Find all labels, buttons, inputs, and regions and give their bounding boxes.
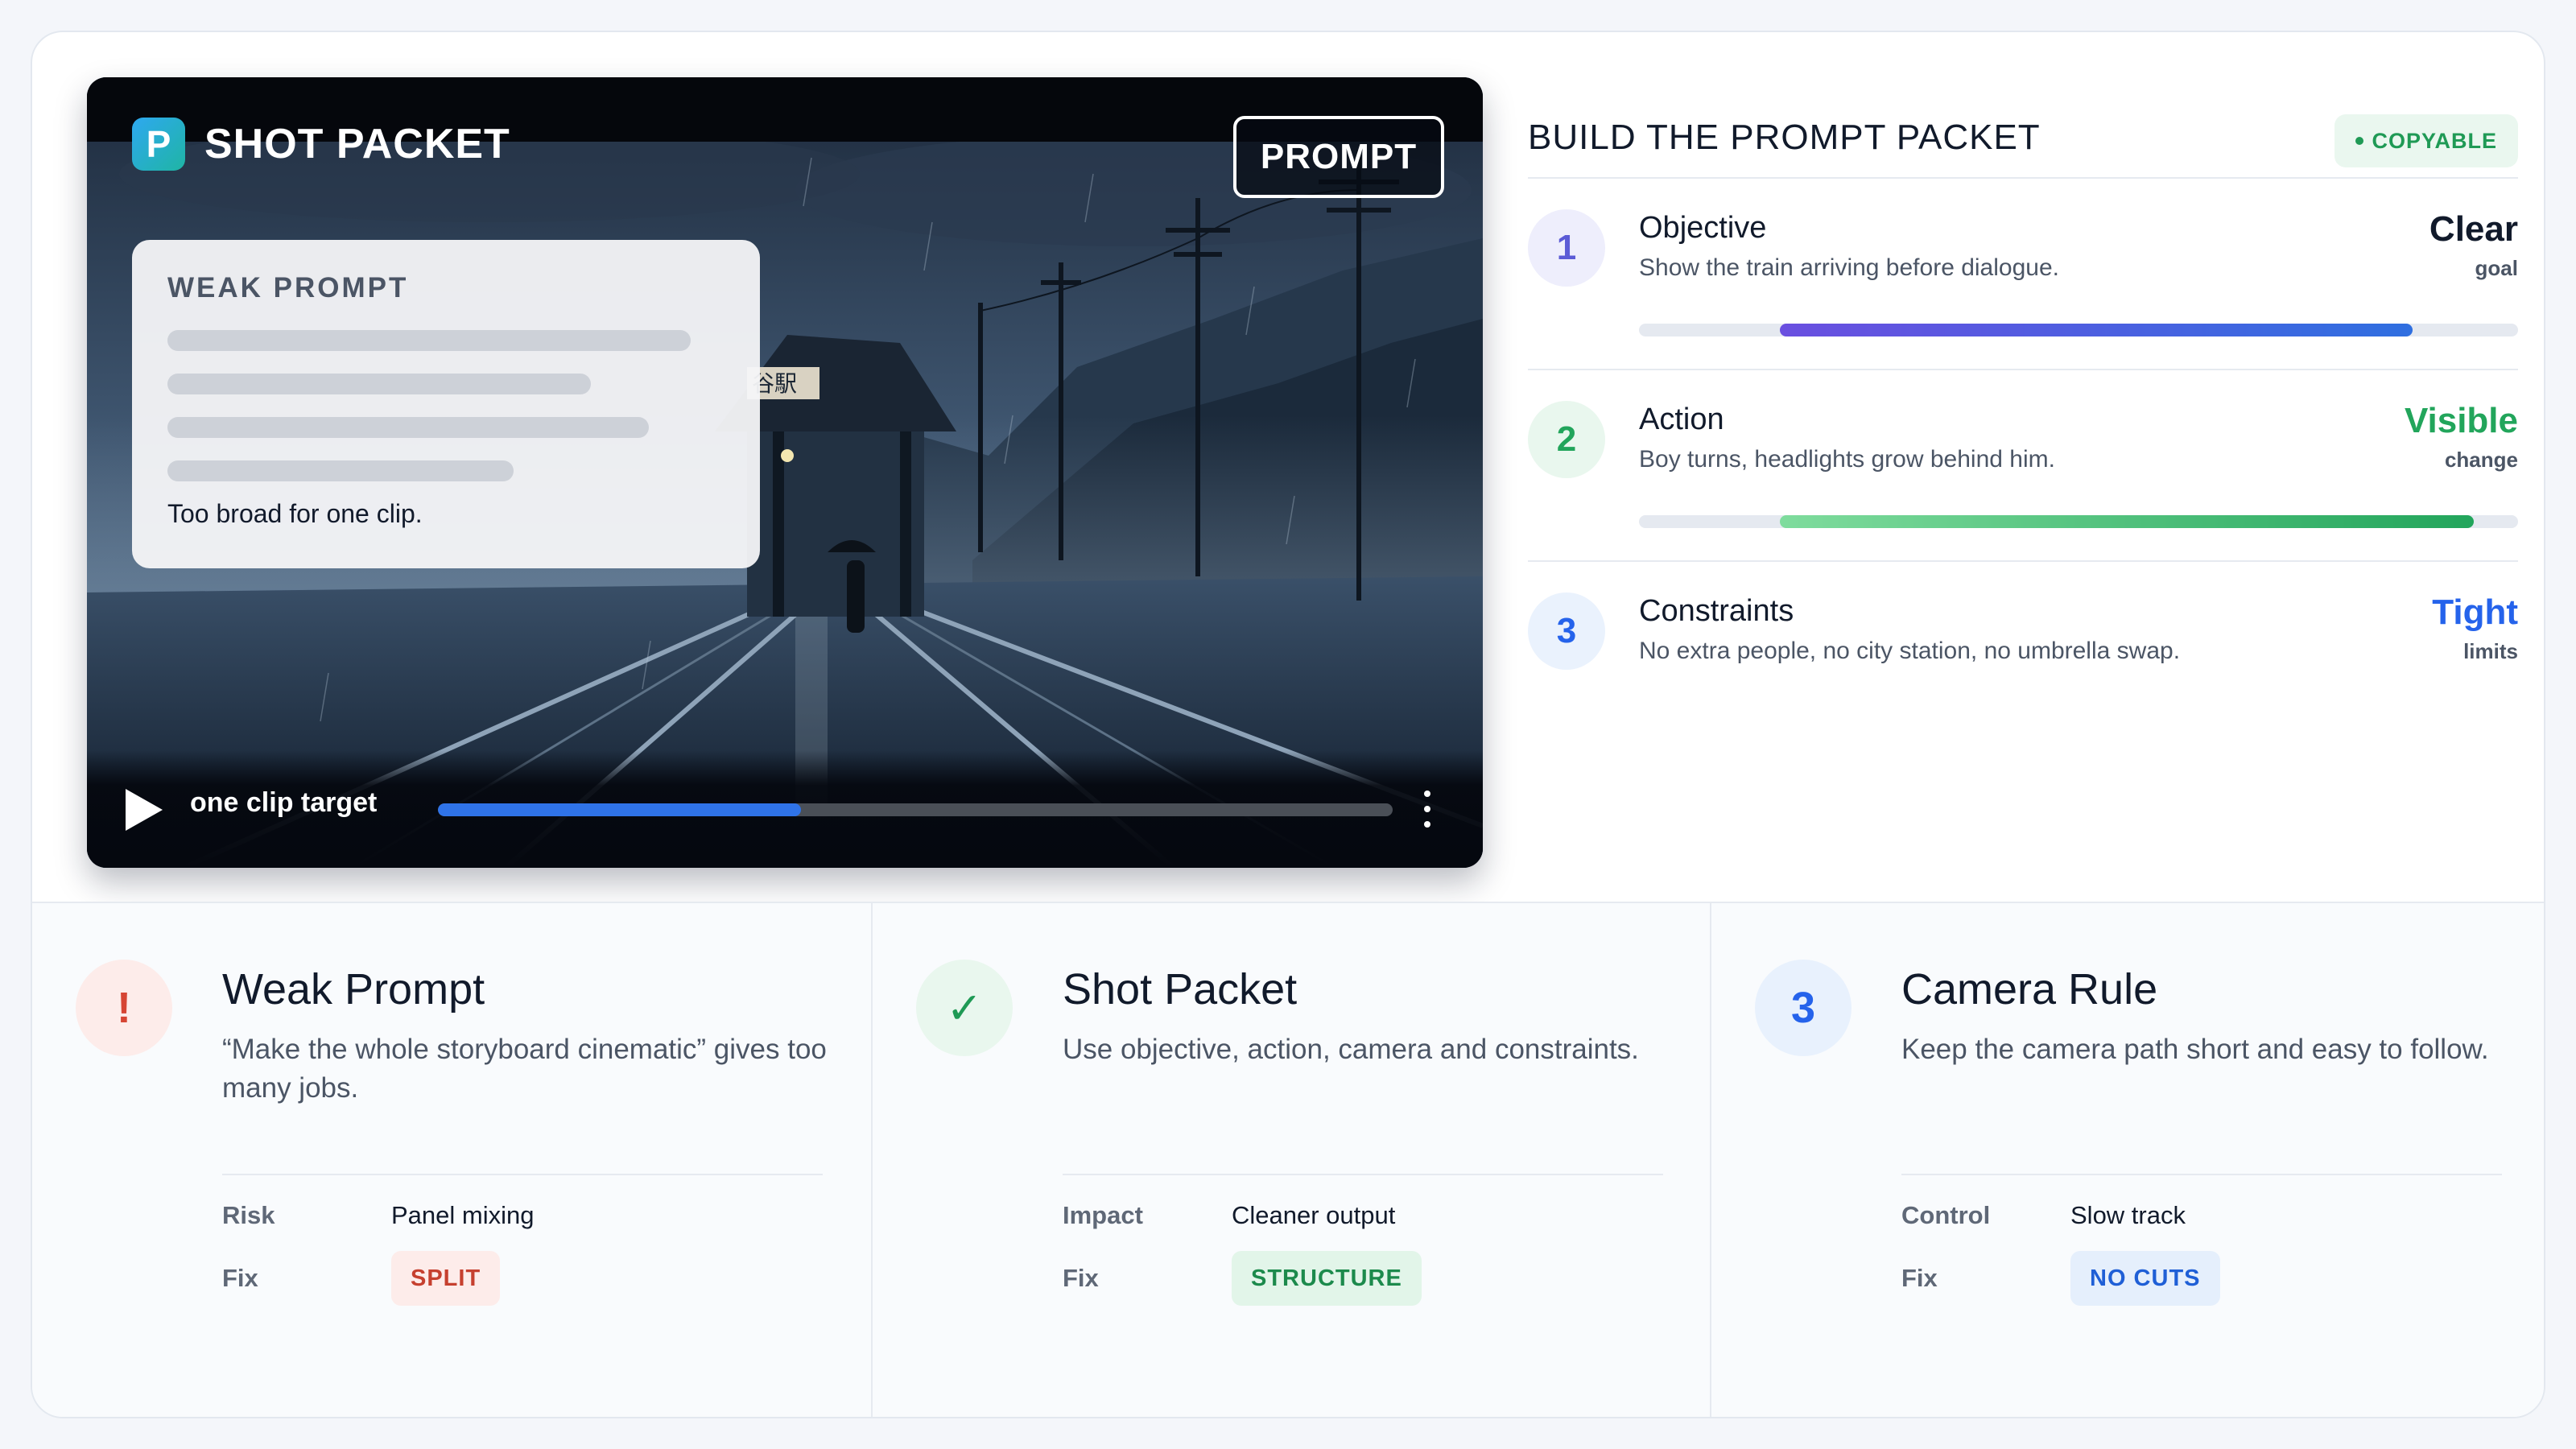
step-unit: change [2444,448,2518,472]
card-shot-packet: ✓ Shot Packet Use objective, action, cam… [871,903,1710,1417]
brand-logo-icon: P [132,118,185,171]
step-constraints: 3 Constraints No extra people, no city s… [1528,562,2518,753]
step-progress-track [1639,515,2518,528]
card-key: Impact [1063,1201,1143,1229]
card-value: Panel mixing [391,1201,535,1229]
video-controls: one clip target [87,750,1483,868]
prompt-packet-title: BUILD THE PROMPT PACKET [1528,118,2041,157]
card-value: Slow track [2070,1201,2186,1229]
step-description: No extra people, no city station, no umb… [1639,638,2181,664]
step-action: 2 Action Boy turns, headlights grow behi… [1528,370,2518,562]
step-description: Boy turns, headlights grow behind him. [1639,446,2055,473]
fix-badge: STRUCTURE [1232,1251,1422,1306]
step-progress-fill [1779,324,2413,336]
step-objective: 1 Objective Show the train arriving befo… [1528,179,2518,370]
card-key: Fix [1901,1264,1938,1292]
warning-icon: ! [76,960,172,1056]
copyable-badge[interactable]: COPYABLE [2334,114,2518,167]
placeholder-line [167,460,514,481]
brand-title: SHOT PACKET [204,121,510,167]
step-number-badge: 2 [1528,401,1605,478]
card-divider [1063,1174,1663,1175]
card-value: Cleaner output [1232,1201,1396,1229]
step-unit: goal [2475,256,2518,280]
placeholder-line [167,374,591,394]
step-unit: limits [2463,639,2518,663]
step-progress-track [1639,324,2518,336]
step-title: Action [1639,402,1724,436]
card-weak-prompt: ! Weak Prompt “Make the whole storyboard… [32,903,871,1417]
step-value: Visible [2404,401,2518,440]
card-description: Use objective, action, camera and constr… [1063,1034,1639,1065]
step-number-badge: 3 [1528,592,1605,670]
card-title: Shot Packet [1063,965,1298,1013]
prompt-badge[interactable]: PROMPT [1233,116,1444,198]
card-title: Weak Prompt [222,965,485,1013]
step-title: Objective [1639,211,1767,245]
card-key: Risk [222,1201,275,1229]
check-icon: ✓ [916,960,1013,1056]
fix-badge: NO CUTS [2070,1251,2220,1306]
card-divider [1901,1174,2502,1175]
fix-badge: SPLIT [391,1251,501,1306]
status-dot-icon [2355,137,2364,145]
prompt-packet-panel: BUILD THE PROMPT PACKET COPYABLE 1 Objec… [1528,77,2518,689]
card-key: Fix [1063,1264,1099,1292]
weak-prompt-card: WEAK PROMPT Too broad for one clip. [132,240,760,568]
card-key: Fix [222,1264,258,1292]
step-value: Clear [2429,209,2518,249]
step-description: Show the train arriving before dialogue. [1639,254,2059,281]
card-key: Control [1901,1201,1991,1229]
number-three-icon: 3 [1755,960,1852,1056]
card-title: Camera Rule [1901,965,2158,1013]
more-options-icon[interactable] [1423,791,1431,828]
weak-prompt-card-title: WEAK PROMPT [167,272,409,303]
weak-prompt-note: Too broad for one clip. [167,499,423,528]
card-camera-rule: 3 Camera Rule Keep the camera path short… [1710,903,2544,1417]
summary-cards: ! Weak Prompt “Make the whole storyboard… [32,902,2544,1417]
brand: P SHOT PACKET [132,118,510,171]
clip-target-label: one clip target [190,787,378,818]
video-player[interactable]: 谷駅 P SHOT PACKET PROMPT WEAK PROMPT Too … [87,77,1483,868]
step-title: Constraints [1639,594,1794,628]
card-divider [222,1174,823,1175]
placeholder-line [167,417,649,438]
progress-fill [438,803,801,816]
card-description: “Make the whole storyboard cinematic” gi… [222,1034,827,1104]
play-icon[interactable] [126,789,163,831]
progress-track[interactable] [438,803,1393,816]
prompt-packet-header: BUILD THE PROMPT PACKET COPYABLE [1528,77,2518,179]
step-number-badge: 1 [1528,209,1605,287]
card-description: Keep the camera path short and easy to f… [1901,1034,2489,1065]
step-value: Tight [2432,592,2518,632]
main-card: 谷駅 P SHOT PACKET PROMPT WEAK PROMPT Too … [31,31,2545,1418]
step-progress-fill [1779,515,2475,528]
copyable-label: COPYABLE [2372,128,2497,153]
placeholder-line [167,330,691,351]
